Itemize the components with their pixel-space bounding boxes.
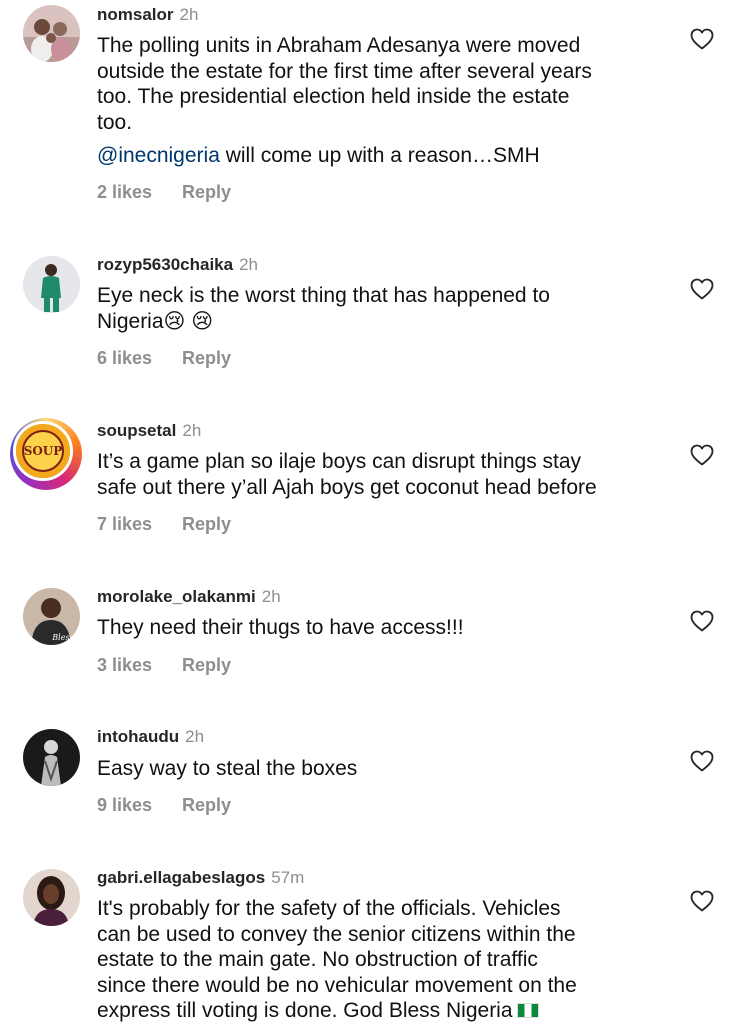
comment-meta: 9 likes Reply	[97, 794, 231, 816]
comment-line: It’s a game plan so ilaje boys can disru…	[97, 450, 582, 473]
timestamp: 2h	[179, 5, 199, 24]
avatar-caption: Bless	[51, 633, 73, 642]
comment-text: They need their thugs to have access!!!	[97, 615, 677, 641]
reply-button[interactable]: Reply	[182, 655, 231, 675]
mention-link[interactable]: @inecnigeria	[97, 144, 220, 167]
heart-icon[interactable]	[690, 28, 714, 50]
reply-button[interactable]: Reply	[182, 795, 231, 815]
avatar-family-image	[23, 5, 80, 62]
heart-icon[interactable]	[690, 610, 714, 632]
avatar[interactable]: SOUP	[10, 418, 82, 490]
logo-text: SOUP	[24, 444, 63, 458]
timestamp: 2h	[261, 587, 281, 606]
comment-text-rest: will come up with a reason…SMH	[219, 144, 540, 167]
comment-meta: 7 likes Reply	[97, 513, 231, 535]
reply-button[interactable]: Reply	[182, 348, 231, 368]
comment-line: estate to the main gate. No obstruction …	[97, 948, 538, 971]
comment-line: outside the estate for the first time af…	[97, 59, 592, 83]
comment-text: It's probably for the safety of the offi…	[97, 896, 677, 1024]
comment-header: rozyp5630chaika 2h	[97, 255, 258, 275]
likes-count[interactable]: 9 likes	[97, 795, 152, 815]
heart-icon[interactable]	[690, 750, 714, 772]
username[interactable]: nomsalor	[97, 5, 174, 24]
avatar[interactable]	[23, 5, 80, 62]
comment-meta: 6 likes Reply	[97, 347, 231, 369]
comment-line: Nigeria😢 😢	[97, 309, 214, 333]
heart-icon[interactable]	[690, 278, 714, 300]
comment-line: can be used to convey the senior citizen…	[97, 922, 576, 946]
comment-line: @inecnigeria will come up with a reason……	[97, 143, 677, 169]
username[interactable]: soupsetal	[97, 421, 176, 440]
comment-line: too.	[97, 110, 133, 134]
comment-header: morolake_olakanmi 2h	[97, 587, 281, 607]
timestamp: 2h	[239, 255, 259, 274]
comment-text: The polling units in Abraham Adesanya we…	[97, 33, 677, 169]
heart-icon[interactable]	[690, 444, 714, 466]
timestamp: 57m	[271, 868, 305, 887]
comment-line: It's probably for the safety of the offi…	[97, 897, 561, 920]
heart-icon[interactable]	[690, 890, 714, 912]
avatar[interactable]: Bless	[23, 588, 80, 645]
comment-line: safe out there y’all Ajah boys get cocon…	[97, 475, 597, 499]
likes-count[interactable]: 2 likes	[97, 182, 152, 202]
comment-header: intohaudu 2h	[97, 727, 204, 747]
avatar-person-green-image	[23, 256, 80, 313]
timestamp: 2h	[185, 727, 205, 746]
comment-text: Eye neck is the worst thing that has hap…	[97, 283, 677, 334]
comment-meta: 2 likes Reply	[97, 181, 231, 203]
avatar[interactable]	[23, 256, 80, 313]
comment-meta: 3 likes Reply	[97, 654, 231, 676]
likes-count[interactable]: 7 likes	[97, 514, 152, 534]
comment-line: express till voting is done. God Bless N…	[97, 998, 677, 1024]
comment-header: soupsetal 2h	[97, 421, 201, 441]
avatar-woman-bless-image: Bless	[23, 588, 80, 645]
avatar[interactable]	[23, 729, 80, 786]
comment-line: Eye neck is the worst thing that has hap…	[97, 284, 550, 307]
username[interactable]: rozyp5630chaika	[97, 255, 233, 274]
username[interactable]: morolake_olakanmi	[97, 587, 256, 606]
comment-line: The polling units in Abraham Adesanya we…	[97, 34, 581, 57]
comment-line: since there would be no vehicular moveme…	[97, 973, 577, 997]
nigeria-flag-icon	[516, 1003, 539, 1018]
comment-line: too. The presidential election held insi…	[97, 85, 570, 108]
comment-text: It’s a game plan so ilaje boys can disru…	[97, 449, 677, 500]
likes-count[interactable]: 3 likes	[97, 655, 152, 675]
reply-button[interactable]: Reply	[182, 182, 231, 202]
avatar-person-dark-image	[23, 729, 80, 786]
comment-text: Easy way to steal the boxes	[97, 756, 677, 782]
likes-count[interactable]: 6 likes	[97, 348, 152, 368]
username[interactable]: gabri.ellagabeslagos	[97, 868, 265, 887]
avatar[interactable]	[23, 869, 80, 926]
comment-line: They need their thugs to have access!!!	[97, 616, 464, 639]
comment-header: gabri.ellagabeslagos 57m	[97, 868, 304, 888]
avatar-soup-logo-image: SOUP	[16, 424, 70, 478]
comment-line: Easy way to steal the boxes	[97, 757, 358, 780]
comment-line-text: express till voting is done. God Bless N…	[97, 999, 513, 1022]
comment-header: nomsalor 2h	[97, 5, 198, 25]
avatar-woman-portrait-image	[23, 869, 80, 926]
timestamp: 2h	[182, 421, 202, 440]
reply-button[interactable]: Reply	[182, 514, 231, 534]
username[interactable]: intohaudu	[97, 727, 179, 746]
